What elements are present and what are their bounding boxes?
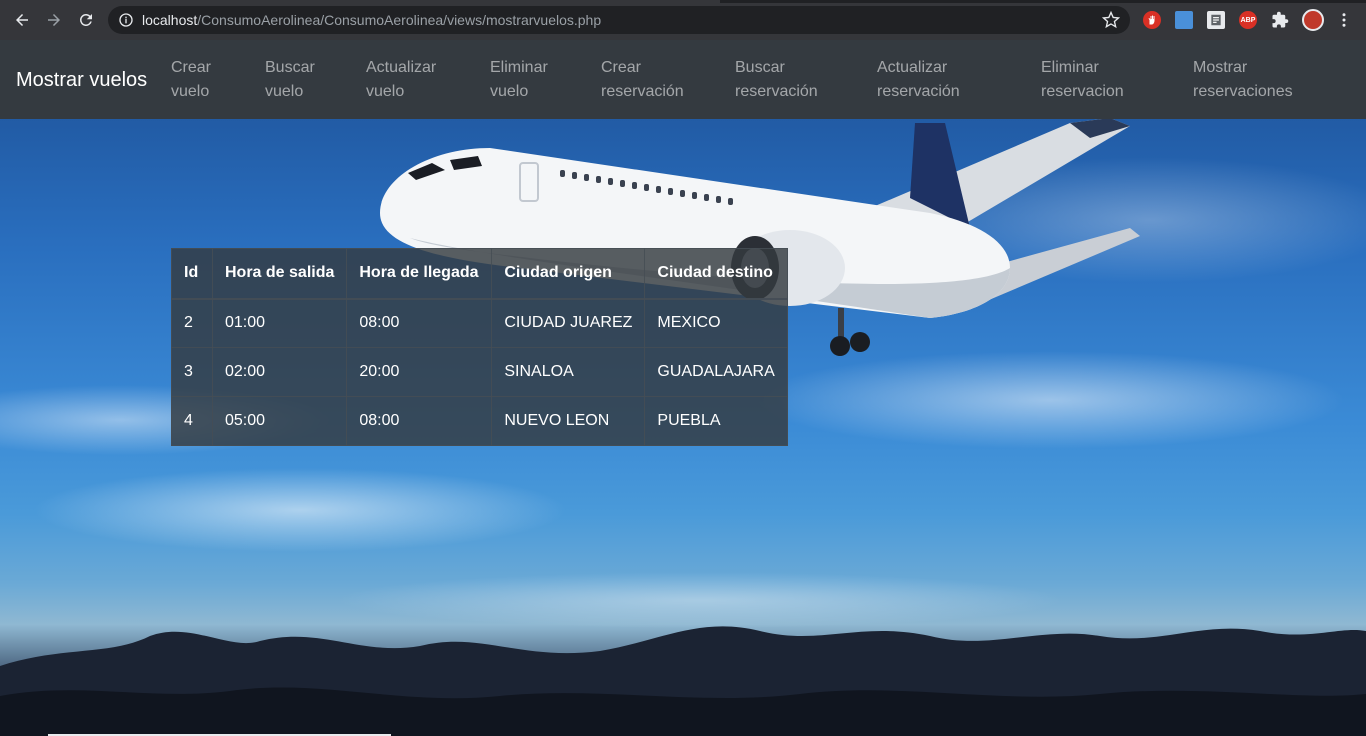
- nav-link-actualizar-reservacion[interactable]: Actualizar reservación: [877, 56, 960, 104]
- nav-link-line2: reservación: [735, 83, 818, 100]
- cell-origin: SINALOA: [491, 347, 646, 397]
- nav-link-line2: reservación: [877, 83, 960, 100]
- screen-extension-icon[interactable]: [1175, 11, 1193, 29]
- nav-link-mostrar-reservaciones[interactable]: Mostrar reservaciones: [1193, 56, 1293, 104]
- cell-origin: CIUDAD JUAREZ: [491, 298, 646, 348]
- arrow-right-icon: [48, 14, 60, 26]
- nav-link-line2: vuelo: [265, 83, 304, 100]
- address-bar[interactable]: localhost/ConsumoAerolinea/ConsumoAeroli…: [108, 6, 1130, 34]
- nav-link-actualizar-vuelo[interactable]: Actualizar vuelo: [366, 56, 436, 104]
- puzzle-icon: [1272, 11, 1289, 28]
- nav-link-line2: reservacion: [1041, 83, 1124, 100]
- cell-arrival: 08:00: [346, 298, 493, 348]
- navbar: Mostrar vuelos Crear vuelo Buscar vuelo Ac…: [0, 40, 1366, 119]
- column-header-destination: Ciudad destino: [644, 248, 788, 299]
- nav-link-line2: vuelo: [171, 83, 210, 100]
- cell-origin: NUEVO LEON: [491, 396, 646, 446]
- column-header-departure: Hora de salida: [211, 248, 348, 299]
- nav-link-line1: Buscar: [735, 59, 785, 76]
- nav-link-crear-vuelo[interactable]: Crear vuelo: [171, 56, 211, 104]
- forward-button[interactable]: [42, 8, 66, 32]
- cell-departure: 02:00: [211, 347, 348, 397]
- url-text: localhost/ConsumoAerolinea/ConsumoAeroli…: [142, 12, 601, 28]
- nav-link-line1: Actualizar: [366, 59, 437, 76]
- table-row: 4 05:00 08:00 NUEVO LEON PUEBLA: [171, 396, 788, 446]
- table-row: 2 01:00 08:00 CIUDAD JUAREZ MEXICO: [171, 298, 788, 348]
- nav-link-eliminar-reservacion[interactable]: Eliminar reservacion: [1041, 56, 1124, 104]
- profile-avatar-icon[interactable]: [1302, 9, 1324, 31]
- browser-menu-button[interactable]: [1332, 8, 1356, 32]
- table-header-row: Id Hora de salida Hora de llegada Ciudad…: [171, 248, 788, 299]
- info-icon[interactable]: [118, 12, 134, 28]
- spreadsheet-icon: [1211, 14, 1221, 26]
- bookmark-star-icon[interactable]: [1102, 11, 1120, 29]
- hand-icon: [1148, 15, 1155, 25]
- nav-link-line2: vuelo: [366, 83, 405, 100]
- nav-link-line1: Mostrar: [1193, 59, 1248, 76]
- cell-destination: GUADALAJARA: [644, 347, 788, 397]
- cell-arrival: 20:00: [346, 347, 493, 397]
- cell-destination: MEXICO: [644, 298, 788, 348]
- nav-link-crear-reservacion[interactable]: Crear reservación: [601, 56, 684, 104]
- nav-link-line2: reservación: [601, 83, 684, 100]
- stop-extension-icon[interactable]: [1143, 11, 1161, 29]
- tab-strip-edge: [0, 0, 1366, 3]
- cell-departure: 05:00: [211, 396, 348, 446]
- back-button[interactable]: [10, 8, 34, 32]
- puzzle-extension-icon[interactable]: [1271, 11, 1289, 29]
- flights-table: Id Hora de salida Hora de llegada Ciudad…: [171, 248, 788, 446]
- cell-departure: 01:00: [211, 298, 348, 348]
- nav-link-line1: Crear: [171, 59, 212, 76]
- reload-button[interactable]: [74, 8, 98, 32]
- column-header-id: Id: [171, 248, 213, 299]
- dark-clouds-image: [0, 626, 1366, 736]
- nav-link-line1: Buscar: [265, 59, 315, 76]
- page-background: Mostrar vuelos Crear vuelo Buscar vuelo Ac…: [0, 40, 1366, 736]
- table-row: 3 02:00 20:00 SINALOA GUADALAJARA: [171, 347, 788, 397]
- column-header-arrival: Hora de llegada: [346, 248, 493, 299]
- nav-link-line1: Crear: [601, 59, 642, 76]
- cell-id: 3: [171, 347, 213, 397]
- cell-destination: PUEBLA: [644, 396, 788, 446]
- navbar-brand[interactable]: Mostrar vuelos: [16, 68, 147, 92]
- nav-link-line1: Eliminar: [1041, 59, 1099, 76]
- nav-link-buscar-vuelo[interactable]: Buscar vuelo: [265, 56, 315, 104]
- nav-link-buscar-reservacion[interactable]: Buscar reservación: [735, 56, 818, 104]
- nav-link-eliminar-vuelo[interactable]: Eliminar vuelo: [490, 56, 548, 104]
- cell-arrival: 08:00: [346, 396, 493, 446]
- adblock-label: ABP: [1240, 16, 1256, 24]
- browser-toolbar: localhost/ConsumoAerolinea/ConsumoAeroli…: [0, 0, 1366, 40]
- nav-link-line2: reservaciones: [1193, 83, 1293, 100]
- nav-link-line1: Actualizar: [877, 59, 948, 76]
- url-host: localhost: [142, 12, 198, 28]
- reload-icon: [79, 13, 92, 26]
- kebab-menu-icon: [1342, 13, 1346, 27]
- cell-id: 2: [171, 298, 213, 348]
- arrow-left-icon: [16, 14, 28, 26]
- adblock-extension-icon[interactable]: ABP: [1239, 11, 1257, 29]
- cell-id: 4: [171, 396, 213, 446]
- column-header-origin: Ciudad origen: [491, 248, 646, 299]
- url-path: /ConsumoAerolinea/ConsumoAerolinea/views…: [197, 12, 602, 28]
- nav-link-line2: vuelo: [490, 83, 529, 100]
- document-extension-icon[interactable]: [1207, 11, 1225, 29]
- nav-link-line1: Eliminar: [490, 59, 548, 76]
